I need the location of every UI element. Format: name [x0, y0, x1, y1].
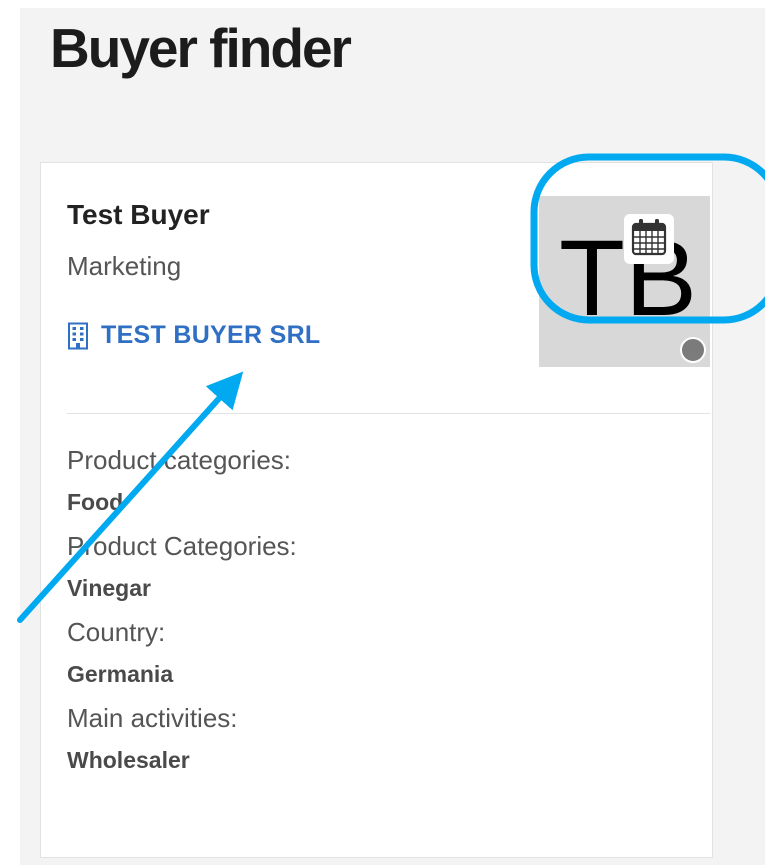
company-link[interactable]: TEST BUYER SRL [67, 321, 321, 350]
detail-value-product-categories-2: Vinegar [67, 575, 151, 601]
status-indicator [680, 337, 706, 363]
buyer-name: Test Buyer [67, 199, 210, 230]
detail-value-main-activities: Wholesaler [67, 747, 190, 773]
detail-label-main-activities: Main activities: [67, 703, 238, 733]
buyer-details: Product categories: Food Product Categor… [67, 446, 297, 790]
detail-label-country: Country: [67, 617, 166, 647]
calendar-button[interactable] [624, 214, 674, 264]
building-icon [67, 322, 89, 350]
buyer-role: Marketing [67, 251, 182, 281]
calendar-icon [631, 218, 667, 261]
avatar: TB [539, 196, 710, 367]
detail-value-country: Germania [67, 661, 174, 687]
buyer-card: Test Buyer Marketing TEST BUYER SRL TB P… [40, 162, 713, 858]
company-name[interactable]: TEST BUYER SRL [101, 321, 321, 350]
page-title: Buyer finder [50, 17, 352, 79]
detail-label-product-categories-2: Product Categories: [67, 531, 297, 561]
detail-label-product-categories: Product categories: [67, 445, 292, 475]
divider [67, 413, 710, 414]
detail-value-product-categories: Food [67, 489, 124, 515]
